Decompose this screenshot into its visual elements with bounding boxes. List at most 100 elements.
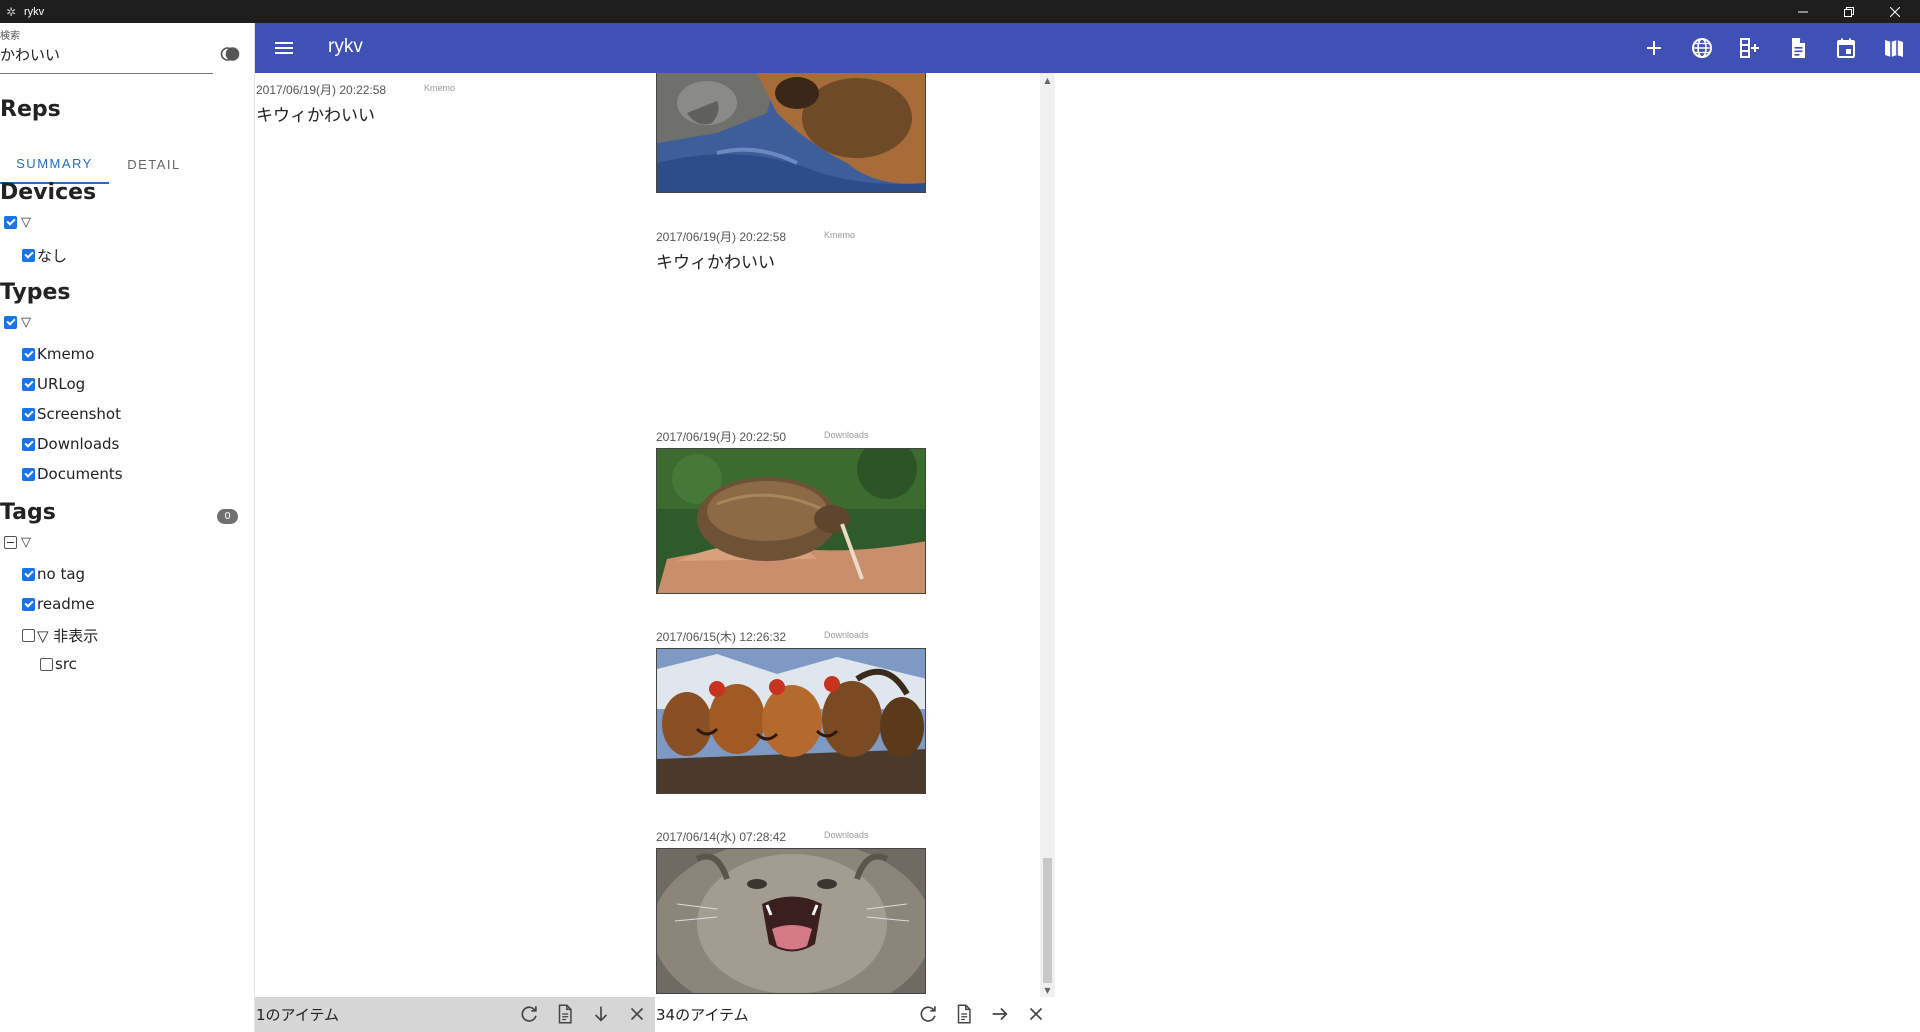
type-label: URLog <box>37 375 86 393</box>
tag-item-hidden[interactable]: ▽ 非表示 <box>22 625 98 646</box>
tag-label: no tag <box>37 565 86 583</box>
item-source: Downloads <box>824 830 869 840</box>
globe-icon[interactable] <box>1690 36 1714 60</box>
window-titlebar: ✲ rykv <box>0 0 1920 23</box>
item-text: キウィかわいい <box>256 106 375 126</box>
arrow-right-icon[interactable] <box>989 1003 1011 1025</box>
type-label: Downloads <box>37 435 120 453</box>
tag-item-src[interactable]: src <box>40 655 77 673</box>
refresh-icon[interactable] <box>917 1003 939 1025</box>
type-item-screenshot[interactable]: Screenshot <box>22 405 121 423</box>
devices-root-row[interactable]: ▽ <box>4 215 31 230</box>
add-column-icon[interactable] <box>1738 36 1762 60</box>
type-item-documents[interactable]: Documents <box>22 465 123 483</box>
tag-item-no-tag[interactable]: no tag <box>22 565 85 583</box>
type-item-downloads[interactable]: Downloads <box>22 435 119 453</box>
type-checkbox[interactable] <box>22 467 35 481</box>
refresh-icon[interactable] <box>518 1003 540 1025</box>
search-label: 検索 <box>0 31 20 42</box>
type-label: Documents <box>37 465 123 483</box>
devices-root-checkbox[interactable] <box>4 216 17 229</box>
reps-tabs: SUMMARY DETAIL <box>0 144 255 184</box>
tags-heading: Tags <box>0 500 56 525</box>
type-item-urlog[interactable]: URLog <box>22 375 85 393</box>
add-icon[interactable] <box>1642 36 1666 60</box>
cat-dog-photo <box>657 73 925 192</box>
item-timestamp: 2017/06/19(月) 20:22:50 <box>656 430 787 444</box>
minimize-button[interactable] <box>1780 0 1826 23</box>
tag-label: src <box>55 655 77 673</box>
tag-item-readme[interactable]: readme <box>22 595 95 613</box>
type-checkbox[interactable] <box>22 407 35 421</box>
expand-toggle[interactable]: ▽ <box>21 535 31 550</box>
item-timestamp: 2017/06/19(月) 20:22:58 <box>256 83 387 97</box>
list-item[interactable] <box>656 73 926 193</box>
menu-icon[interactable] <box>272 36 296 60</box>
tag-checkbox[interactable] <box>40 657 53 671</box>
expand-toggle[interactable]: ▽ <box>21 215 31 230</box>
item-count: 34のアイテム <box>656 1006 749 1024</box>
close-window-button[interactable] <box>1872 0 1918 23</box>
column-2-footer: 34のアイテム <box>655 997 1055 1032</box>
item-image <box>656 848 926 994</box>
restore-button[interactable] <box>1826 0 1872 23</box>
tag-label: readme <box>37 595 95 613</box>
types-root-row[interactable]: ▽ <box>4 315 31 330</box>
item-source: Downloads <box>824 430 869 440</box>
document-icon[interactable] <box>1786 36 1810 60</box>
item-count: 1のアイテム <box>256 1006 340 1024</box>
type-item-kmemo[interactable]: Kmemo <box>22 345 94 363</box>
scroll-thumb[interactable] <box>1043 858 1052 983</box>
column-2-scrollbar[interactable]: ▲ ▼ <box>1040 73 1055 997</box>
app-icon: ✲ <box>5 4 17 19</box>
roosters-photo <box>657 649 925 793</box>
item-timestamp: 2017/06/19(月) 20:22:58 <box>656 230 787 244</box>
document-icon[interactable] <box>554 1003 576 1025</box>
expand-toggle[interactable]: ▽ <box>21 315 31 330</box>
app-title: rykv <box>328 36 363 57</box>
kiwi-bird-photo <box>657 449 925 593</box>
close-icon[interactable] <box>1025 1003 1047 1025</box>
window-title: rykv <box>24 5 45 18</box>
sidebar: 検索 かわいい Reps SUMMARY DETAIL Devices ▽ なし… <box>0 23 255 1032</box>
app-bar: rykv <box>255 23 1920 73</box>
type-checkbox[interactable] <box>22 437 35 451</box>
map-icon[interactable] <box>1882 36 1906 60</box>
tag-checkbox[interactable] <box>22 629 35 642</box>
tags-root-row[interactable]: ▽ <box>4 535 31 550</box>
item-timestamp: 2017/06/14(水) 07:28:42 <box>656 830 787 844</box>
device-checkbox[interactable] <box>22 249 35 262</box>
result-column-1: 2017/06/19(月) 20:22:58 Kmemo キウィかわいい <box>255 73 655 997</box>
search-input[interactable]: かわいい <box>0 44 213 74</box>
type-checkbox[interactable] <box>22 347 35 361</box>
invert-toggle-icon[interactable] <box>220 44 240 64</box>
scroll-down-arrow[interactable]: ▼ <box>1040 983 1055 997</box>
item-source: Kmemo <box>824 230 856 240</box>
type-checkbox[interactable] <box>22 377 35 391</box>
item-source: Downloads <box>824 630 869 640</box>
reps-heading: Reps <box>0 97 61 122</box>
yawning-cat-photo <box>657 849 925 993</box>
tags-root-checkbox[interactable] <box>4 536 17 549</box>
close-icon[interactable] <box>626 1003 648 1025</box>
scroll-up-arrow[interactable]: ▲ <box>1040 73 1055 87</box>
tag-label: ▽ 非表示 <box>37 627 99 645</box>
document-icon[interactable] <box>953 1003 975 1025</box>
tag-checkbox[interactable] <box>22 597 35 611</box>
types-heading: Types <box>0 280 71 305</box>
arrow-down-icon[interactable] <box>590 1003 612 1025</box>
types-root-checkbox[interactable] <box>4 316 17 329</box>
item-source: Kmemo <box>424 83 456 93</box>
tags-count-badge: 0 <box>217 509 238 524</box>
result-column-2: 2017/06/19(月) 20:22:58 Kmemo キウィかわいい 201… <box>655 73 1040 997</box>
tab-detail[interactable]: DETAIL <box>109 144 199 184</box>
calendar-icon[interactable] <box>1834 36 1858 60</box>
tab-summary[interactable]: SUMMARY <box>0 144 109 184</box>
type-label: Kmemo <box>37 345 95 363</box>
device-label: なし <box>37 247 68 265</box>
device-item[interactable]: なし <box>22 245 67 266</box>
tag-checkbox[interactable] <box>22 567 35 581</box>
item-image <box>656 448 926 594</box>
column-1-footer: 1のアイテム <box>255 997 655 1032</box>
item-image <box>656 648 926 794</box>
